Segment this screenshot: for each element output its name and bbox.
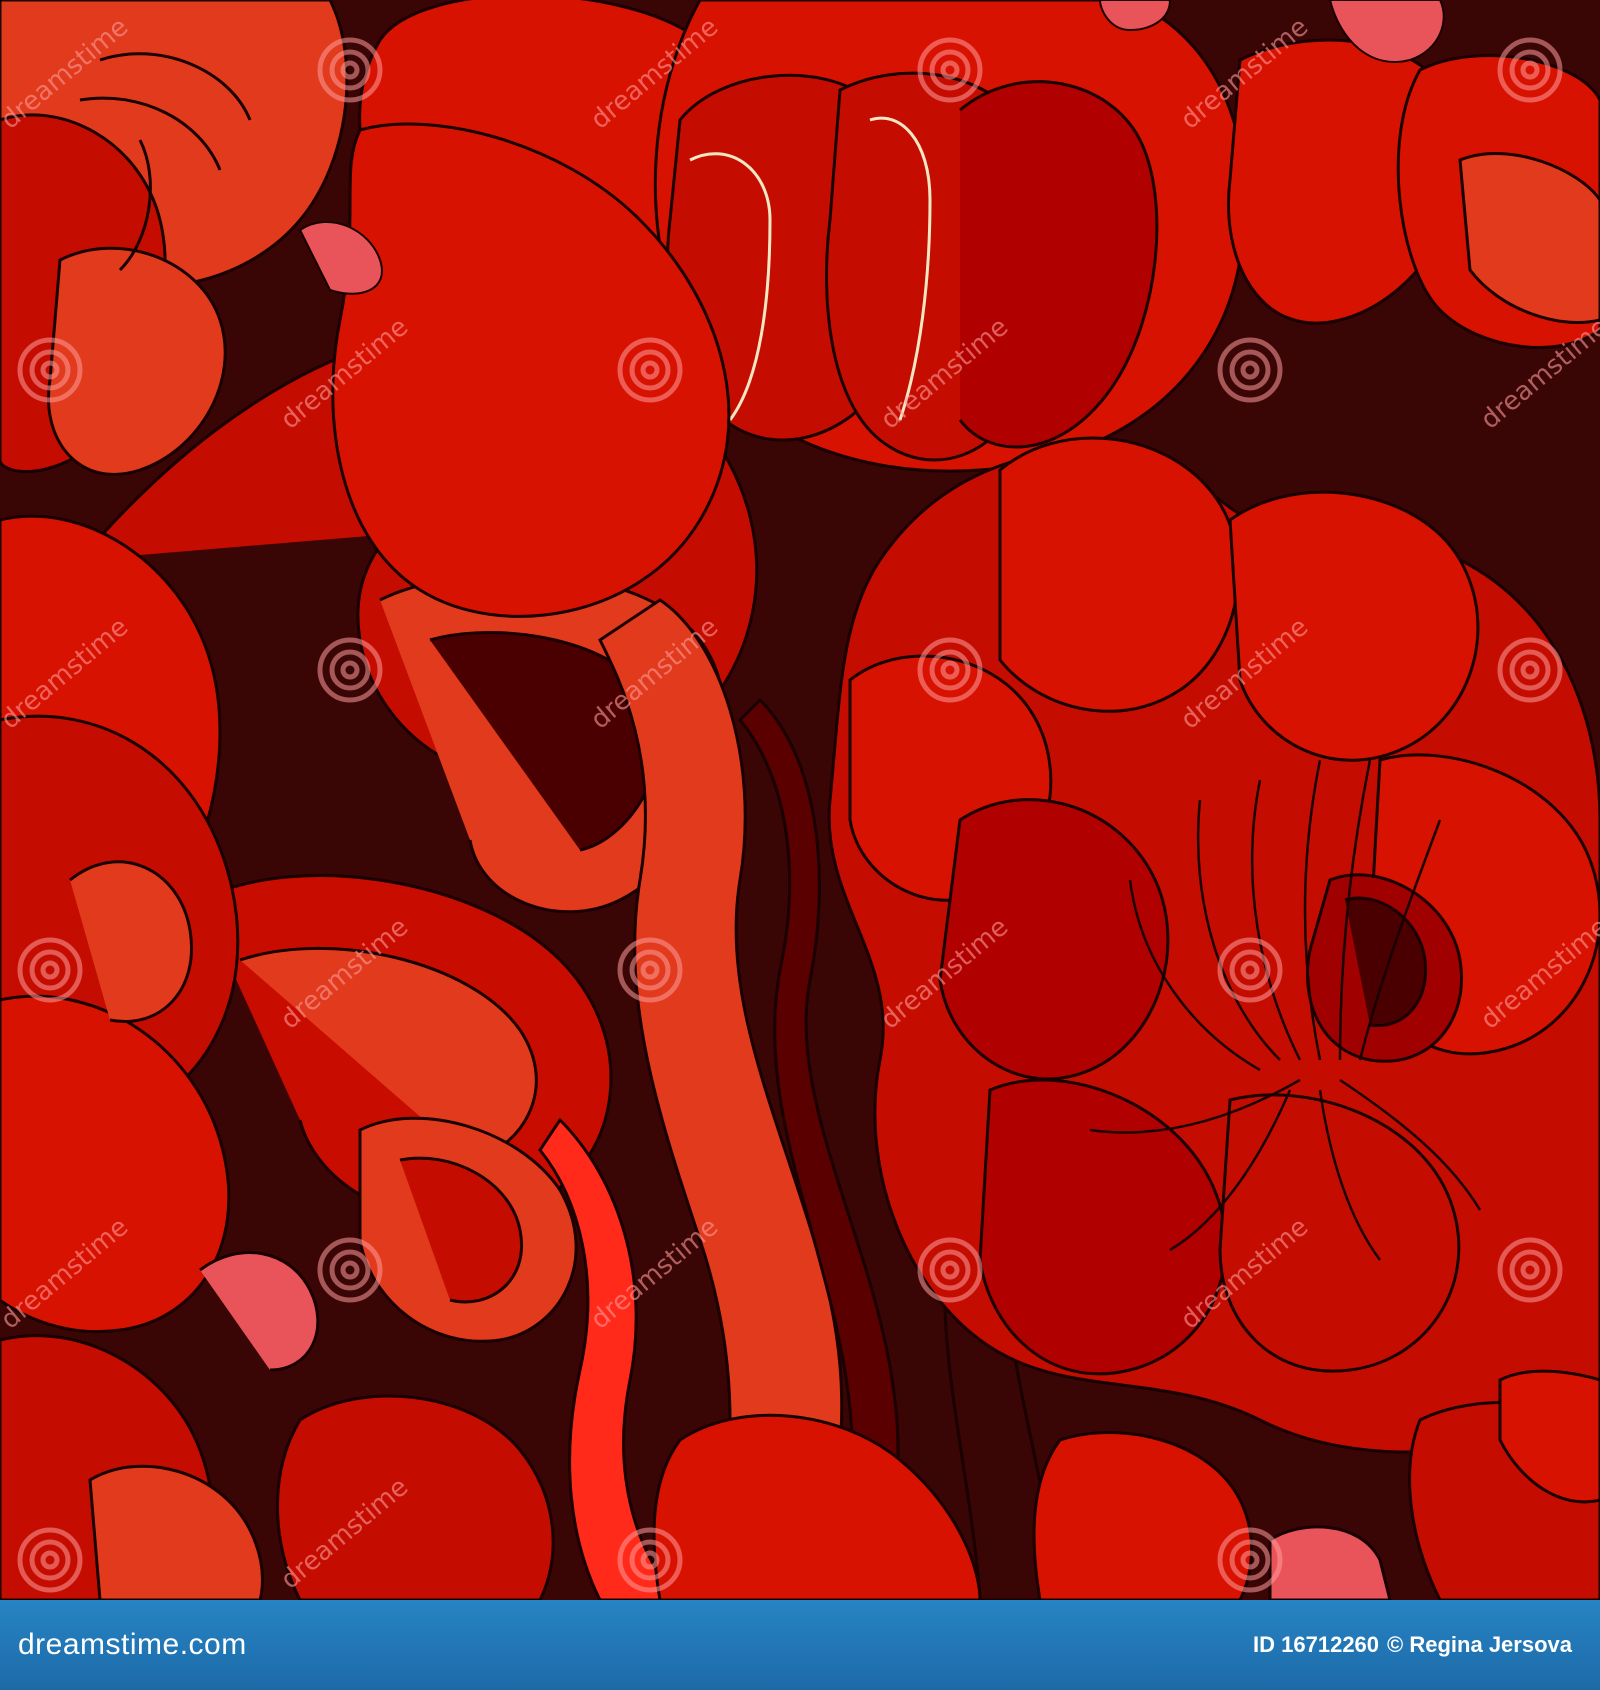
site-name[interactable]: dreamstime.com xyxy=(18,1628,247,1662)
stock-footer-bar: dreamstime.com ID 16712260 © Regina Jerso… xyxy=(0,1600,1600,1690)
image-id: ID 16712260 xyxy=(1253,1632,1380,1657)
author-credit: © Regina Jersova xyxy=(1387,1632,1572,1657)
image-credit: ID 16712260 © Regina Jersova xyxy=(1253,1632,1580,1658)
floral-pattern-artwork: dreamstime dreamstime dreamstime dreamst… xyxy=(0,0,1600,1600)
